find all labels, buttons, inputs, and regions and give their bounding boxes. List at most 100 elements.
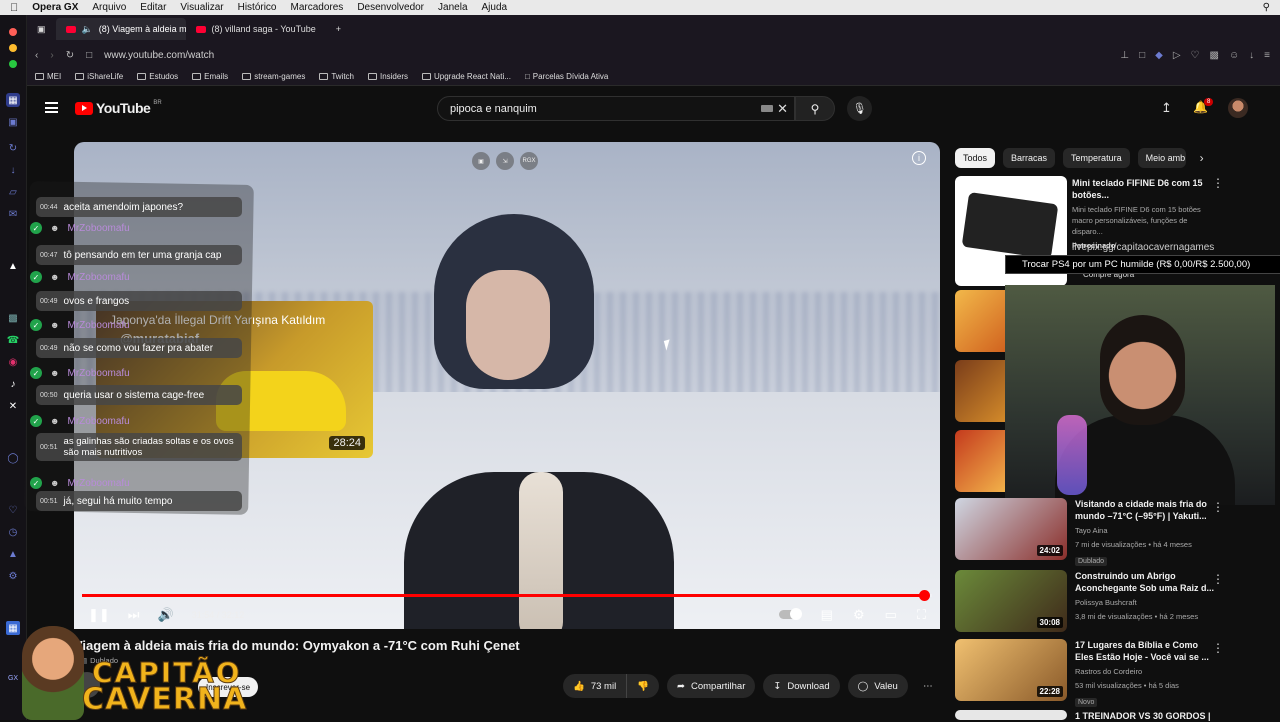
- progress-bar[interactable]: [82, 590, 932, 601]
- menu-item-arquivo[interactable]: Arquivo: [92, 2, 126, 13]
- menu-item-historico[interactable]: Histórico: [238, 2, 277, 13]
- forward-icon[interactable]: ›: [50, 50, 53, 61]
- window-close-button[interactable]: [9, 28, 17, 36]
- chip-barracas[interactable]: Barracas: [1003, 148, 1056, 168]
- gx-corner-icon[interactable]: ▣: [6, 115, 20, 129]
- bookmark-estudos[interactable]: Estudos: [137, 72, 178, 81]
- bookmark-upgrade-react[interactable]: Upgrade React Nati...: [422, 72, 511, 81]
- ad-text[interactable]: Mini teclado FIFINE D6 com 15 botões... …: [1072, 177, 1207, 251]
- bookmark-insiders[interactable]: Insiders: [367, 72, 408, 81]
- download-button[interactable]: ↧ Download: [763, 674, 840, 698]
- tab-villand[interactable]: (8) villand saga - YouTube: [186, 18, 326, 40]
- menu-item-desenvolvedor[interactable]: Desenvolvedor: [357, 2, 424, 13]
- history-icon[interactable]: ↻: [6, 141, 20, 155]
- download-icon[interactable]: ↓: [6, 163, 20, 177]
- tab-overview-icon[interactable]: ▣: [27, 18, 56, 40]
- more-actions-button[interactable]: ⋯: [916, 674, 940, 698]
- account-avatar[interactable]: [1228, 98, 1248, 118]
- bookmark-isharelife[interactable]: iShareLife: [75, 72, 123, 81]
- rec-thumb-fragment[interactable]: [955, 430, 1005, 492]
- shield-icon[interactable]: ◆: [1155, 50, 1163, 61]
- rgx-icon[interactable]: RGX: [520, 152, 538, 170]
- menu-app-name[interactable]: Opera GX: [32, 2, 78, 13]
- like-button[interactable]: 👍 73 mil: [563, 674, 626, 698]
- bookmark-mei[interactable]: MEI: [35, 72, 61, 81]
- share-button[interactable]: ➦ Compartilhar: [667, 674, 756, 698]
- settings-icon[interactable]: ⚙: [6, 569, 20, 583]
- rec-thumbnail[interactable]: 30:08: [955, 570, 1067, 632]
- rec-thumb-fragment[interactable]: [955, 290, 1005, 352]
- clear-search-icon[interactable]: ✕: [777, 101, 788, 117]
- whatsapp-icon[interactable]: ☎: [6, 333, 20, 347]
- menu-item-ajuda[interactable]: Ajuda: [482, 2, 508, 13]
- chip-meio-ambiente[interactable]: Meio amb: [1137, 148, 1186, 168]
- thanks-button[interactable]: ◯ Valeu: [847, 674, 908, 698]
- rec-thumbnail[interactable]: [955, 710, 1067, 720]
- pin-icon[interactable]: ⊥: [1120, 50, 1129, 61]
- chevron-right-icon[interactable]: ›: [1200, 151, 1204, 165]
- rec-thumb-fragment[interactable]: [955, 360, 1005, 422]
- instagram-icon[interactable]: ◉: [6, 355, 20, 369]
- gx-control-icon[interactable]: ▦: [6, 93, 20, 107]
- window-minimize-button[interactable]: [9, 44, 17, 52]
- autoplay-toggle[interactable]: [778, 608, 802, 620]
- back-icon[interactable]: ‹: [35, 50, 38, 61]
- more-options-icon[interactable]: ⋮: [1212, 500, 1224, 514]
- more-options-icon[interactable]: ⋮: [1212, 176, 1224, 190]
- snapshot-icon[interactable]: □: [1139, 50, 1145, 61]
- next-icon[interactable]: ⏭: [128, 607, 140, 623]
- url-field[interactable]: www.youtube.com/watch: [104, 50, 214, 61]
- search-button[interactable]: ⚲: [795, 96, 835, 121]
- search-input[interactable]: pipoca e nanquim ✕: [437, 96, 795, 121]
- spotlight-search-icon[interactable]: ⚲: [1263, 2, 1270, 13]
- player-icon[interactable]: ▲: [6, 259, 20, 273]
- apple-icon[interactable]: : [10, 2, 18, 14]
- x-twitter-icon[interactable]: ✕: [6, 399, 20, 413]
- twitch-icon[interactable]: ▩: [6, 311, 20, 325]
- chip-todos[interactable]: Todos: [955, 148, 996, 168]
- bookmark-stream-games[interactable]: stream-games: [242, 72, 305, 81]
- theater-mode-icon[interactable]: ▭: [885, 607, 897, 623]
- menu-item-marcadores[interactable]: Marcadores: [291, 2, 344, 13]
- rec-thumbnail[interactable]: 22:28: [955, 639, 1067, 701]
- play-icon[interactable]: ▷: [1173, 50, 1181, 61]
- bookmark-twitch[interactable]: Twitch: [319, 72, 354, 81]
- rec-thumbnail[interactable]: 24:02: [955, 498, 1067, 560]
- dislike-button[interactable]: 👎: [626, 674, 659, 698]
- bookmark-parcelas[interactable]: □ Parcelas Dívida Ativa: [525, 72, 608, 81]
- sidebar-setting-icon[interactable]: ◯: [6, 451, 20, 465]
- voice-search-button[interactable]: 🎙: [847, 96, 872, 121]
- menu-item-janela[interactable]: Janela: [438, 2, 467, 13]
- speaker-icon[interactable]: 🔈: [82, 24, 93, 35]
- youtube-logo[interactable]: YouTube BR: [75, 100, 162, 116]
- cube-icon[interactable]: ▲: [6, 547, 20, 561]
- menu-item-visualizar[interactable]: Visualizar: [180, 2, 223, 13]
- tab-active[interactable]: 🔈 (8) Viagem à aldeia m: [55, 18, 186, 40]
- heart-icon[interactable]: ♡: [6, 503, 20, 517]
- fullscreen-icon[interactable]: ⛶: [917, 607, 926, 623]
- more-options-icon[interactable]: ⋮: [1212, 572, 1224, 586]
- clock-icon[interactable]: ◷: [6, 525, 20, 539]
- more-options-icon[interactable]: ⋮: [1212, 641, 1224, 655]
- heart-icon[interactable]: ♡: [1191, 50, 1200, 61]
- recommendation-item[interactable]: 30:08 Construindo um Abrigo Aconchegante…: [955, 570, 1215, 632]
- extensions-icon[interactable]: ▱: [6, 185, 20, 199]
- extension-icon[interactable]: ▩: [1209, 50, 1218, 61]
- recommendation-item[interactable]: 1 TREINADOR VS 30 GORDOS |: [955, 710, 1215, 722]
- subtitles-icon[interactable]: ▤: [821, 607, 833, 623]
- reload-icon[interactable]: ↻: [66, 50, 74, 61]
- miniplayer-icon[interactable]: ▣: [472, 152, 490, 170]
- menu-item-editar[interactable]: Editar: [140, 2, 166, 13]
- bookmark-emails[interactable]: Emails: [192, 72, 228, 81]
- profile-icon[interactable]: ☺: [1229, 50, 1239, 61]
- download-icon[interactable]: ↓: [1249, 50, 1254, 61]
- settings-icon[interactable]: ⚙: [853, 607, 865, 623]
- menu-icon[interactable]: ≡: [1264, 50, 1270, 61]
- pause-icon[interactable]: ❚❚: [88, 607, 110, 623]
- window-zoom-button[interactable]: [9, 60, 17, 68]
- new-tab-icon[interactable]: +: [326, 18, 351, 40]
- volume-icon[interactable]: 🔊: [158, 607, 174, 623]
- hamburger-menu-icon[interactable]: [45, 102, 58, 113]
- chip-temperatura[interactable]: Temperatura: [1063, 148, 1130, 168]
- recommendation-item[interactable]: 22:28 17 Lugares da Bíblia e Como Eles E…: [955, 639, 1215, 709]
